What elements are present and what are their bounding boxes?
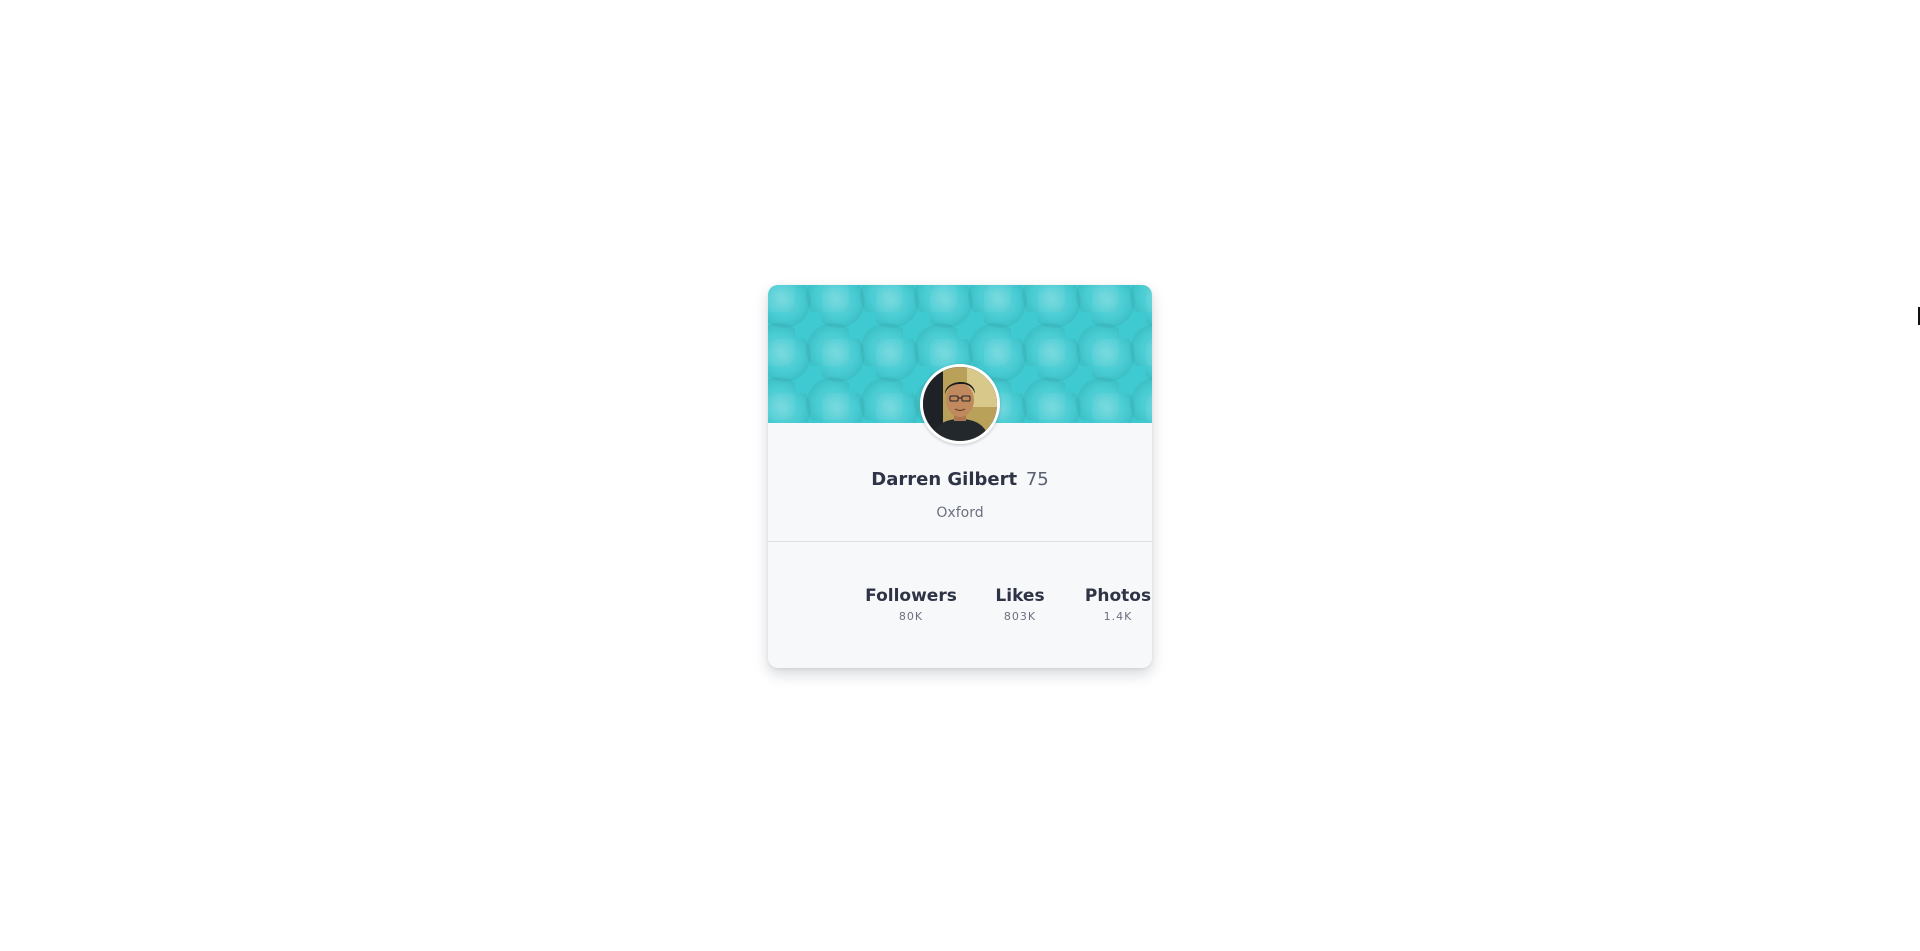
profile-city: Oxford xyxy=(936,505,984,521)
profile-card: Darren Gilbert 75 Oxford Followers 80K L… xyxy=(768,285,1152,668)
stat-photos: Photos 1.4K xyxy=(1068,585,1152,625)
stat-label: Photos xyxy=(1084,586,1152,606)
stat-value: 1.4K xyxy=(1103,610,1133,623)
page: Darren Gilbert 75 Oxford Followers 80K L… xyxy=(0,0,1920,951)
stat-value: 803K xyxy=(1003,610,1037,623)
stat-label: Followers xyxy=(865,586,957,606)
profile-age: 75 xyxy=(1025,469,1049,490)
avatar xyxy=(920,364,1000,444)
stat-likes: Likes 803K xyxy=(970,585,1070,625)
stat-followers: Followers 80K xyxy=(861,585,961,625)
stat-label: Likes xyxy=(995,586,1045,606)
profile-name: Darren Gilbert xyxy=(871,469,1018,490)
stat-value: 80K xyxy=(898,610,924,623)
divider xyxy=(768,541,1152,542)
profile-name-line: Darren Gilbert 75 xyxy=(768,468,1152,492)
